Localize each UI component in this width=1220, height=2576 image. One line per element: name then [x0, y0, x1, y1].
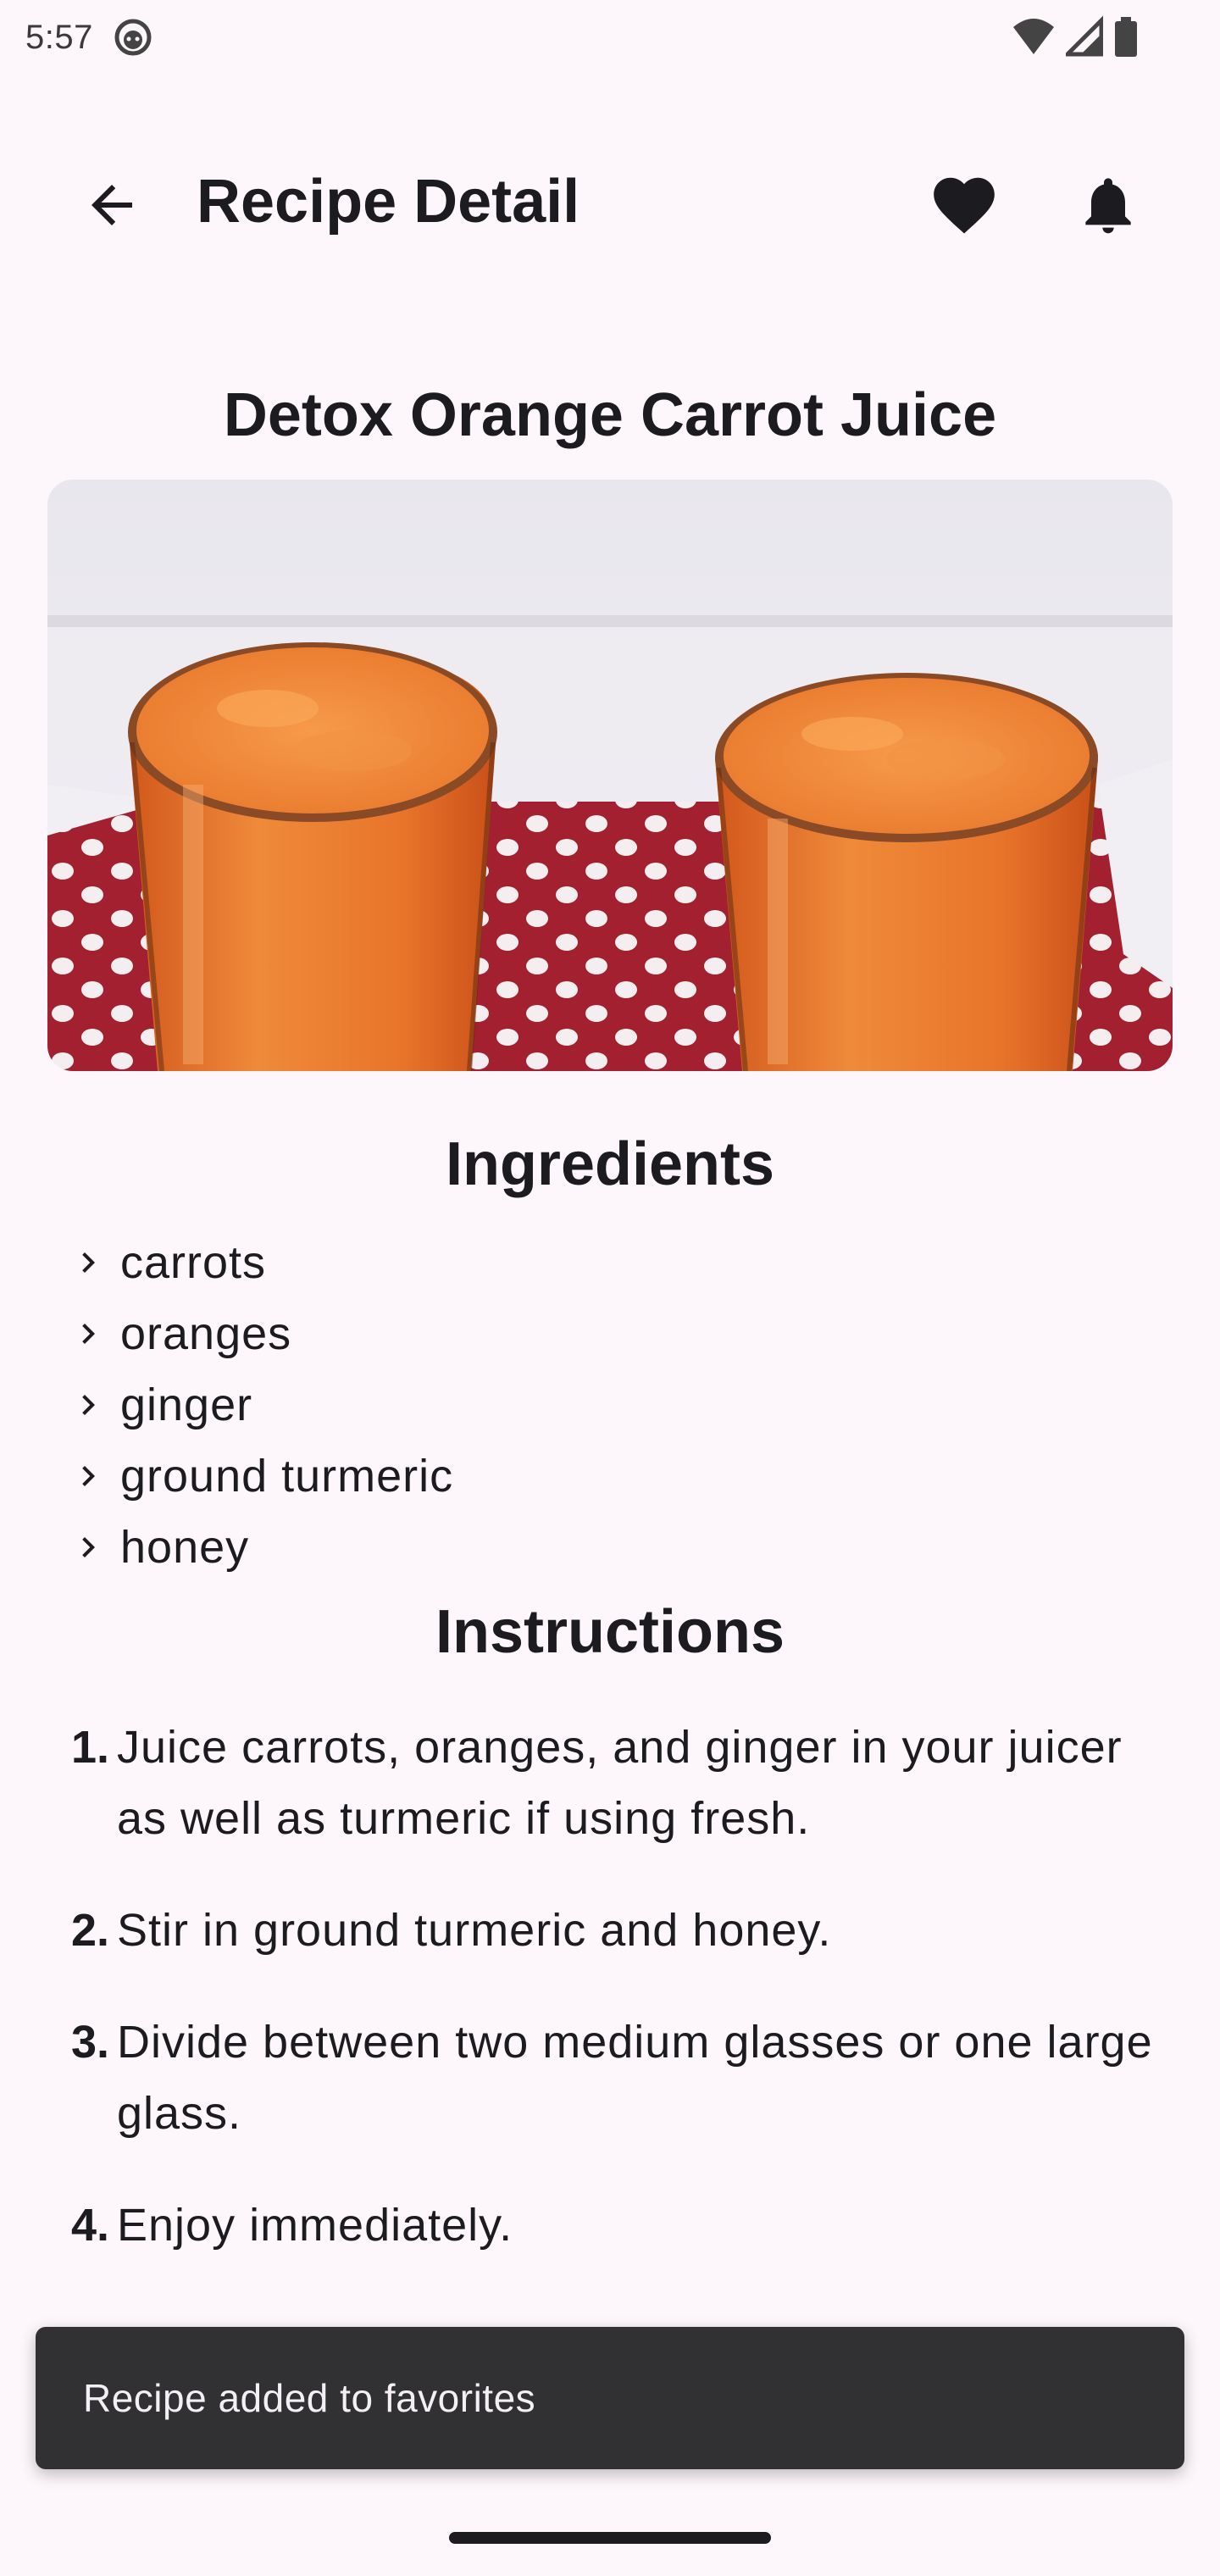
instruction-step: 2. Stir in ground turmeric and honey. [71, 1895, 1156, 1966]
instructions-header: Instructions [435, 1598, 785, 1666]
chevron-right-icon [82, 1395, 95, 1415]
arrow-back-icon [92, 185, 132, 225]
snackbar[interactable]: Recipe added to favorites [36, 2327, 1184, 2469]
notification-button[interactable] [1068, 164, 1149, 246]
cellular-signal-icon [1066, 15, 1103, 57]
ingredient-label: oranges [120, 1308, 292, 1359]
heart-icon [934, 177, 995, 234]
snackbar-message: Recipe added to favorites [83, 2376, 536, 2420]
status-bar: 5:57 [0, 0, 1220, 75]
ingredients-list: carrots oranges ginger ground turmeric h… [68, 1227, 1152, 1583]
step-text: Enjoy immediately. [117, 2200, 513, 2251]
back-button[interactable] [71, 164, 152, 246]
page-title: Recipe Detail [197, 168, 580, 236]
recipe-title: Detox Orange Carrot Juice [223, 381, 997, 449]
wifi-icon [1013, 19, 1054, 54]
ingredient-item: carrots [68, 1227, 1152, 1298]
step-number: 4. [71, 2200, 110, 2251]
ingredients-header: Ingredients [445, 1130, 775, 1198]
ingredient-label: ground turmeric [120, 1451, 454, 1502]
instruction-step: 4. Enjoy immediately. [71, 2190, 1156, 2261]
step-number: 1. [71, 1722, 110, 1773]
recipe-image [47, 480, 1173, 1071]
top-app-bar: Recipe Detail [0, 136, 1220, 258]
ingredient-item: ginger [68, 1369, 1152, 1441]
chevron-right-icon [82, 1252, 95, 1273]
status-icons [1012, 15, 1139, 59]
home-indicator[interactable] [449, 2532, 771, 2544]
ingredient-label: honey [120, 1522, 250, 1573]
step-number: 3. [71, 2017, 110, 2068]
juice-photo [47, 480, 1173, 1071]
instruction-step: 3. Divide between two medium glasses or … [71, 2007, 1156, 2149]
chevron-right-icon [82, 1537, 95, 1557]
step-text: Divide between two medium glasses or one… [117, 2017, 1153, 2139]
ingredient-item: ground turmeric [68, 1441, 1152, 1512]
ingredient-label: carrots [120, 1237, 267, 1288]
battery-icon [1115, 17, 1137, 57]
step-text: Stir in ground turmeric and honey. [117, 1905, 832, 1956]
step-text: Juice carrots, oranges, and ginger in yo… [117, 1722, 1123, 1844]
bell-icon [1085, 178, 1131, 234]
favorite-button[interactable] [923, 164, 1005, 246]
instruction-step: 1. Juice carrots, oranges, and ginger in… [71, 1712, 1156, 1854]
status-time: 5:57 [25, 18, 93, 56]
instructions-list: 1. Juice carrots, oranges, and ginger in… [71, 1712, 1156, 2301]
app-notification-icon [114, 19, 152, 56]
chevron-right-icon [82, 1466, 95, 1486]
ingredient-item: oranges [68, 1298, 1152, 1369]
chevron-right-icon [82, 1324, 95, 1344]
step-number: 2. [71, 1905, 110, 1956]
ingredient-label: ginger [120, 1380, 253, 1430]
ingredient-item: honey [68, 1512, 1152, 1583]
